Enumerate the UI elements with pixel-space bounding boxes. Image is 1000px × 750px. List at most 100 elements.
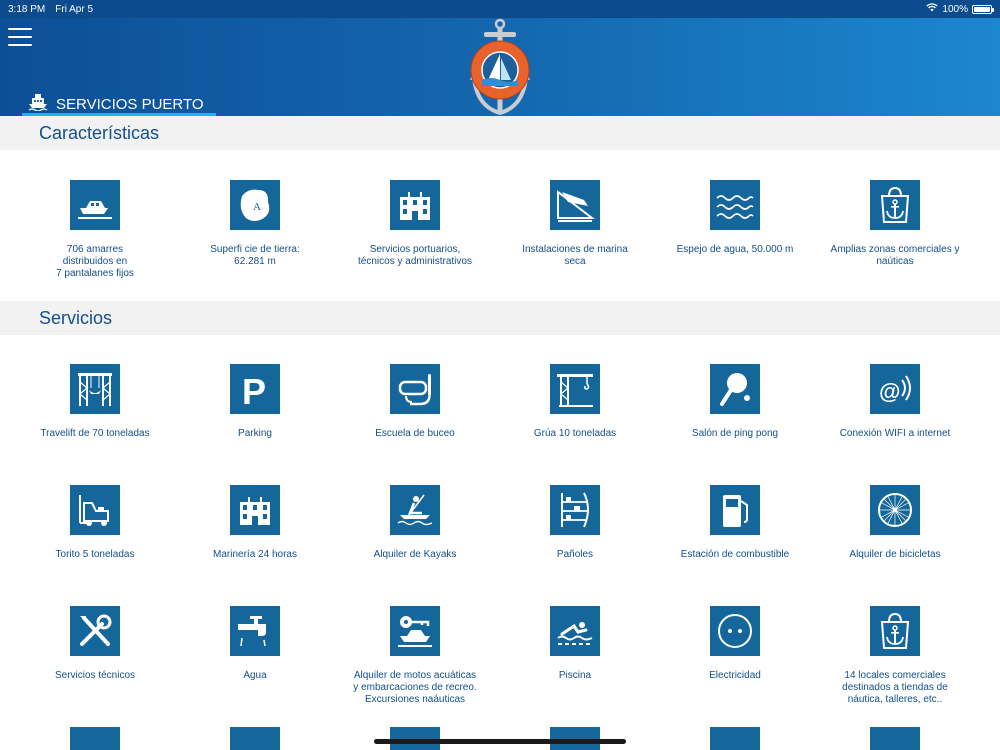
service-tecnicos[interactable]: Servicios técnicos [15, 606, 175, 682]
app-header: SERVICIOS PUERTO [0, 18, 1000, 116]
service-panoles[interactable]: Pañoles [495, 485, 655, 561]
building-icon [390, 180, 440, 230]
storage-shelves-icon [550, 485, 600, 535]
app-screen: 3:18 PM Fri Apr 5 100% SERVICIOS PUERTO … [0, 0, 1000, 750]
svg-text:@: @ [879, 379, 900, 404]
tile-partial [70, 727, 120, 750]
service-label: Agua [243, 670, 267, 681]
forklift-icon [70, 485, 120, 535]
service-label: Conexión WIFI a internet [839, 428, 951, 439]
key-boat-icon [390, 606, 440, 656]
crane-icon [550, 364, 600, 414]
feature-label: 706 amarres distribuidos en 7 pantalanes… [56, 244, 134, 279]
service-label: Travelift de 70 toneladas [40, 428, 150, 439]
bicycle-wheel-icon [870, 485, 920, 535]
parking-icon: P [230, 364, 280, 414]
service-piscina[interactable]: Piscina [495, 606, 655, 682]
service-label: Parking [238, 428, 272, 439]
service-bicicletas[interactable]: Alquiler de bicicletas [815, 485, 975, 561]
feature-label: Servicios portuarios, técnicos y adminis… [358, 244, 472, 267]
tile-partial [710, 727, 760, 750]
fuel-pump-icon [710, 485, 760, 535]
feature-label: Espejo de agua, 50.000 m [676, 244, 794, 255]
hamburger-menu-button[interactable] [8, 28, 32, 46]
section-header-caracteristicas: Características [0, 116, 1000, 150]
service-label: Grúa 10 toneladas [533, 428, 617, 439]
feature-marina-seca[interactable]: Instalaciones de marina seca [495, 180, 655, 268]
battery-icon [972, 4, 994, 14]
service-label: Pañoles [556, 549, 594, 560]
service-partial[interactable] [175, 727, 335, 750]
status-date: Fri Apr 5 [55, 3, 94, 15]
tile-partial [230, 727, 280, 750]
power-socket-icon [710, 606, 760, 656]
status-time: 3:18 PM [8, 3, 46, 15]
feature-superficie[interactable]: A Superfi cie de tierra: 62.281 m [175, 180, 335, 268]
feature-servicios-portuarios[interactable]: Servicios portuarios, técnicos y adminis… [335, 180, 495, 268]
service-label: Alquiler de Kayaks [373, 549, 457, 560]
service-label: Marinería 24 horas [213, 549, 297, 560]
service-label: Alquiler de bicicletas [849, 549, 941, 560]
swimming-pool-icon [550, 606, 600, 656]
svg-text:P: P [242, 371, 266, 410]
battery-percent: 100% [942, 3, 968, 15]
dry-marina-icon [550, 180, 600, 230]
service-parking[interactable]: P Parking [175, 364, 335, 440]
travelift-icon [70, 364, 120, 414]
section-title: Servicios [39, 307, 113, 328]
section-title: Características [39, 122, 160, 143]
service-label: Torito 5 toneladas [55, 549, 135, 560]
feature-label: Superfi cie de tierra: 62.281 m [210, 244, 300, 267]
feature-label: Amplias zonas comerciales y naúticas [830, 244, 960, 267]
section-header-servicios: Servicios [0, 301, 1000, 335]
shopping-anchor-icon [870, 606, 920, 656]
feature-amarres[interactable]: 706 amarres distribuidos en 7 pantalanes… [15, 180, 175, 280]
service-ping-pong[interactable]: Salón de ping pong [655, 364, 815, 440]
service-agua[interactable]: Agua [175, 606, 335, 682]
service-marineria[interactable]: Marinería 24 horas [175, 485, 335, 561]
service-label: Estación de combustible [680, 549, 790, 560]
service-kayaks[interactable]: Alquiler de Kayaks [335, 485, 495, 561]
feature-zonas-comerciales[interactable]: Amplias zonas comerciales y naúticas [815, 180, 975, 268]
water-tap-icon [230, 606, 280, 656]
ship-icon [28, 93, 48, 115]
land-map-icon: A [230, 180, 280, 230]
service-wifi[interactable]: @ Conexión WIFI a internet [815, 364, 975, 440]
status-bar: 3:18 PM Fri Apr 5 100% [0, 0, 1000, 18]
tools-icon [70, 606, 120, 656]
svg-text:A: A [253, 201, 261, 213]
service-travelift[interactable]: Travelift de 70 toneladas [15, 364, 175, 440]
service-motos-acuaticas[interactable]: Alquiler de motos acuáticas y embarcacio… [335, 606, 495, 706]
water-waves-icon [710, 180, 760, 230]
shopping-anchor-icon [870, 180, 920, 230]
service-label: Piscina [558, 670, 592, 681]
ping-pong-icon [710, 364, 760, 414]
service-combustible[interactable]: Estación de combustible [655, 485, 815, 561]
service-label: Servicios técnicos [54, 670, 136, 681]
kayak-icon [390, 485, 440, 535]
service-partial[interactable] [655, 727, 815, 750]
service-label: 14 locales comerciales destinados a tien… [842, 670, 948, 705]
service-label: Salón de ping pong [691, 428, 779, 439]
service-electricidad[interactable]: Electricidad [655, 606, 815, 682]
building-icon [230, 485, 280, 535]
service-label: Alquiler de motos acuáticas y embarcacio… [353, 670, 477, 705]
service-label: Electricidad [709, 670, 761, 681]
club-logo [470, 18, 530, 116]
diving-mask-icon [390, 364, 440, 414]
tab-servicios-puerto-label: SERVICIOS PUERTO [56, 95, 204, 113]
status-right: 100% [926, 3, 994, 15]
wifi-icon: @ [870, 364, 920, 414]
service-partial[interactable] [815, 727, 975, 750]
service-grua[interactable]: Grúa 10 toneladas [495, 364, 655, 440]
service-locales-comerciales[interactable]: 14 locales comerciales destinados a tien… [815, 606, 975, 706]
tile-partial [870, 727, 920, 750]
service-partial[interactable] [15, 727, 175, 750]
tab-servicios-puerto[interactable]: SERVICIOS PUERTO [22, 92, 216, 116]
service-torito[interactable]: Torito 5 toneladas [15, 485, 175, 561]
service-escuela-buceo[interactable]: Escuela de buceo [335, 364, 495, 440]
wifi-status-icon [926, 3, 939, 15]
yacht-icon [70, 180, 120, 230]
home-indicator[interactable] [374, 739, 626, 744]
feature-espejo-agua[interactable]: Espejo de agua, 50.000 m [655, 180, 815, 256]
